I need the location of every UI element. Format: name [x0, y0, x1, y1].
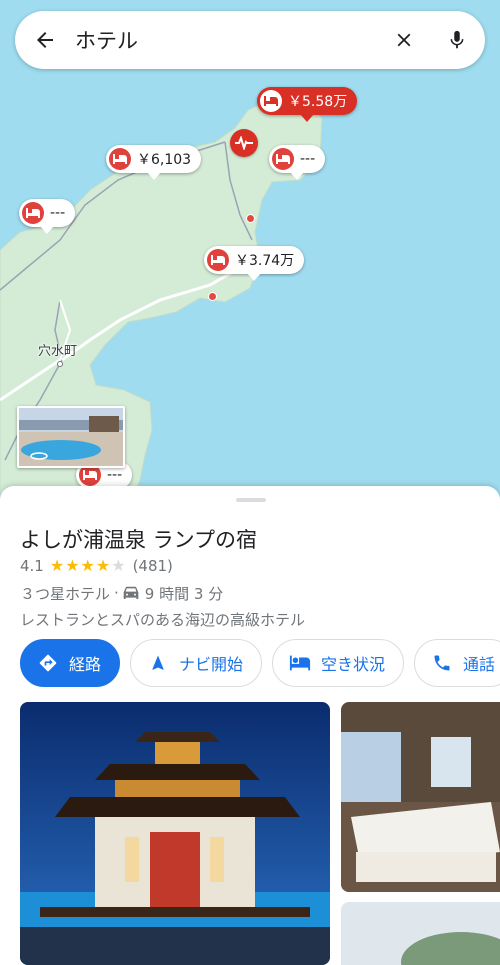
sheet-drag-handle[interactable] [236, 498, 266, 502]
call-button[interactable]: 通話 [414, 639, 500, 687]
pin-price: ￥3.74万 [235, 253, 295, 269]
hotel-pin-selected[interactable]: ￥5.58万 [257, 87, 358, 122]
hotel-pin[interactable]: ￥6,103 [106, 145, 202, 180]
back-arrow-icon[interactable] [17, 11, 73, 69]
microphone-icon[interactable] [429, 11, 485, 69]
map-poi-dot[interactable] [208, 292, 217, 301]
phone-icon [431, 652, 453, 674]
pin-price: --- [50, 205, 66, 221]
call-label: 通話 [463, 655, 496, 674]
place-description: レストランとスパのある海辺の高級ホテル [20, 611, 306, 629]
star-icon: ★ [95, 556, 111, 575]
directions-icon [37, 652, 59, 674]
star-icon: ★ [80, 556, 95, 575]
separator: · [114, 584, 119, 602]
town-label: 穴水町 [38, 344, 78, 359]
street-view-thumbnail[interactable] [17, 406, 125, 468]
hotel-pin[interactable]: --- [269, 145, 326, 180]
pin-price: --- [107, 467, 123, 483]
info-row: ３つ星ホテル · 9 時間 3 分 [20, 582, 223, 604]
hotel-pin[interactable]: --- [19, 199, 76, 234]
place-title: よしが浦温泉 ランプの宿 [20, 528, 258, 552]
action-buttons: 経路 ナビ開始 空き状況 通話 [20, 639, 500, 687]
bed-icon [22, 202, 44, 224]
availability-label: 空き状況 [321, 655, 386, 674]
pin-price: ￥6,103 [137, 152, 192, 168]
bed-icon [207, 249, 229, 271]
star-icon: ★ [65, 556, 80, 575]
search-query[interactable]: ホテル [73, 25, 379, 55]
photo-main[interactable] [20, 702, 330, 965]
rating-row[interactable]: 4.1 ★ ★ ★ ★ ★ (481) [20, 556, 173, 576]
photo-exterior[interactable] [341, 902, 500, 965]
car-icon [123, 586, 139, 600]
pin-price: --- [300, 151, 316, 167]
directions-button[interactable]: 経路 [20, 639, 121, 687]
place-sheet[interactable]: よしが浦温泉 ランプの宿 4.1 ★ ★ ★ ★ ★ (481) ３つ星ホテル … [0, 486, 500, 965]
hotel-category: ３つ星ホテル [20, 584, 111, 603]
review-count: (481) [132, 557, 173, 575]
star-empty-icon: ★ [111, 556, 126, 575]
photo-room[interactable] [341, 702, 500, 892]
search-bar[interactable]: ホテル [15, 11, 485, 69]
pin-price: ￥5.58万 [288, 94, 348, 110]
clear-icon[interactable] [379, 11, 429, 69]
town-dot [57, 361, 63, 367]
availability-button[interactable]: 空き状況 [272, 639, 405, 687]
bed-icon [272, 148, 294, 170]
drive-time: 9 時間 3 分 [144, 584, 224, 603]
star-icon: ★ [49, 556, 65, 575]
map-view[interactable]: ホテル ￥5.58万 ￥6,103 --- --- ￥3.74万 --- 穴水町 [0, 0, 500, 500]
hotel-pin[interactable]: ￥3.74万 [204, 246, 305, 281]
directions-label: 経路 [69, 655, 102, 674]
navigation-icon [147, 652, 169, 674]
map-poi-dot[interactable] [246, 214, 255, 223]
star-rating: ★ ★ ★ ★ ★ [50, 558, 127, 574]
bed-icon [260, 90, 282, 112]
rating-value: 4.1 [20, 557, 44, 575]
navigation-label: ナビ開始 [179, 655, 244, 674]
bed-icon [289, 652, 311, 674]
medical-icon[interactable] [230, 129, 258, 157]
bed-icon [109, 148, 131, 170]
start-navigation-button[interactable]: ナビ開始 [130, 639, 263, 687]
